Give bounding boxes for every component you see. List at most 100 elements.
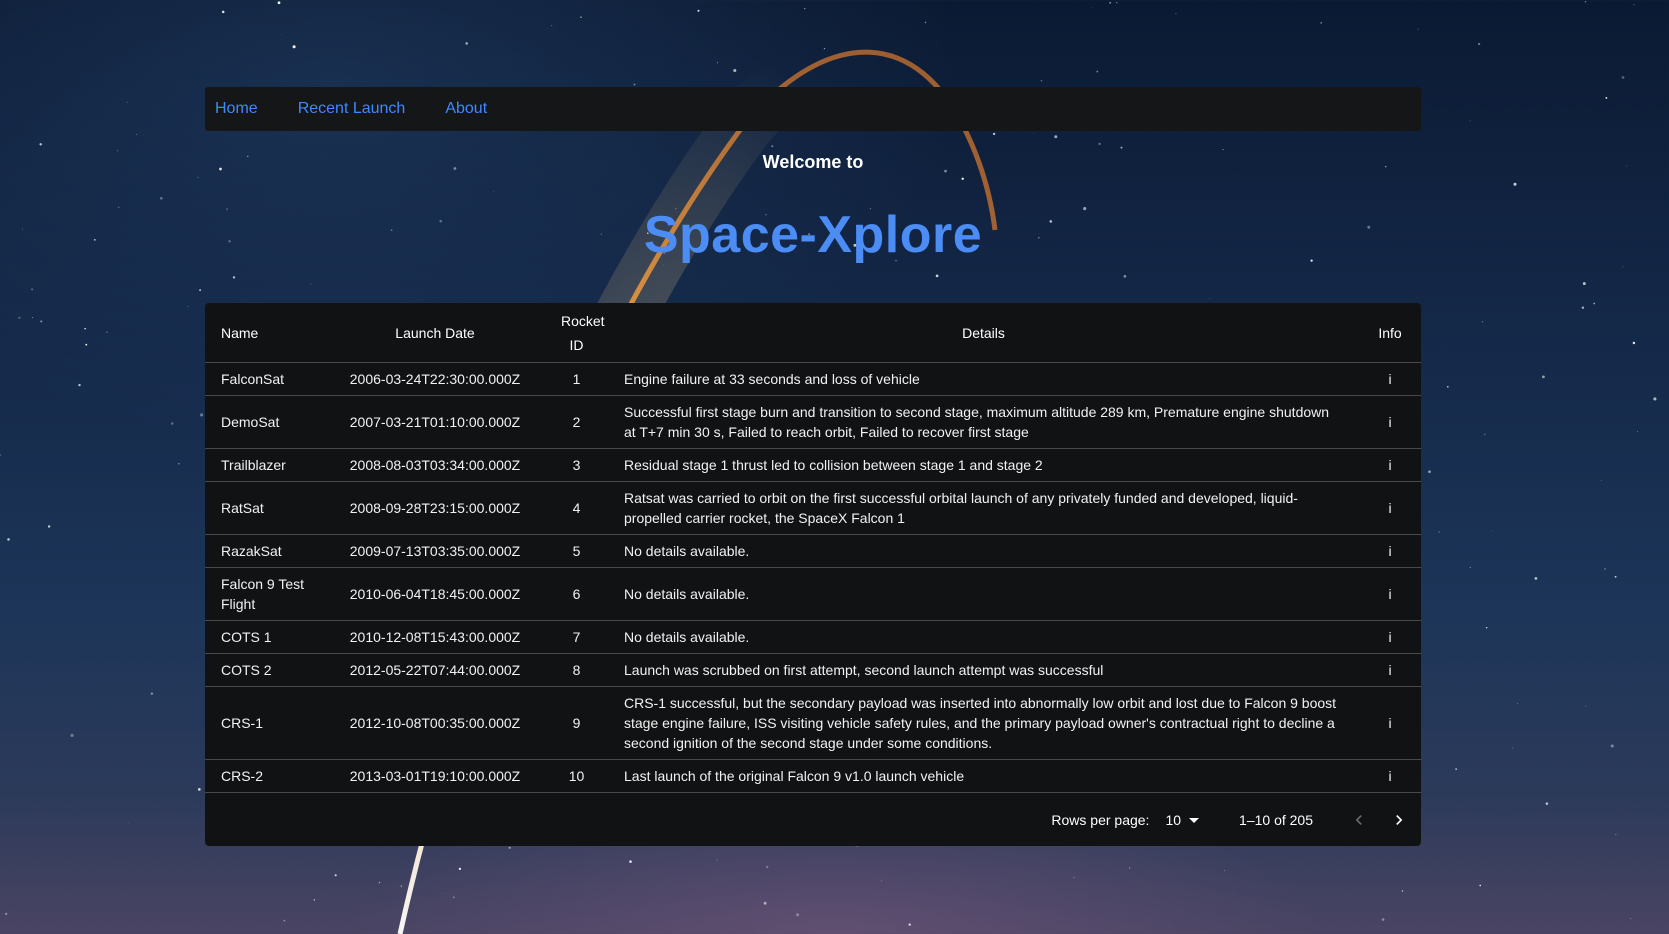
star (1098, 142, 1101, 146)
star (1604, 568, 1606, 570)
star (1477, 42, 1481, 46)
table-row: RazakSat 2009-07-13T03:35:00.000Z 5 No deta… (205, 534, 1421, 568)
previous-page-button[interactable] (1339, 800, 1379, 840)
table-row: COTS 1 2010-12-08T15:43:00.000Z 7 No detail… (205, 620, 1421, 654)
cell-name: COTS 1 (205, 620, 325, 654)
star (551, 25, 553, 27)
cell-info-button[interactable]: i (1359, 534, 1421, 568)
star (1222, 149, 1224, 151)
star (629, 860, 632, 863)
rows-per-page-select[interactable]: 10 (1165, 812, 1200, 828)
star (1320, 21, 1323, 24)
star (1581, 306, 1585, 309)
star (47, 525, 51, 528)
column-header-details[interactable]: Details (608, 303, 1359, 363)
star (1438, 531, 1440, 533)
star (1120, 146, 1123, 149)
table-row: CRS-1 2012-10-08T00:35:00.000Z 9 CRS-1 succ… (205, 686, 1421, 760)
star (763, 901, 767, 905)
table-row: RatSat 2008-09-28T23:15:00.000Z 4 Ratsat wa… (205, 481, 1421, 535)
cell-info-button[interactable]: i (1359, 448, 1421, 482)
star (1469, 567, 1471, 569)
cell-launch-date: 2009-07-13T03:35:00.000Z (325, 534, 545, 568)
cell-rocket-id: 7 (545, 620, 608, 654)
star (1517, 703, 1518, 704)
star (1601, 480, 1602, 481)
cell-details: Ratsat was carried to orbit on the first… (608, 481, 1359, 535)
star (197, 788, 201, 791)
star (221, 10, 225, 14)
star (935, 274, 939, 278)
rows-per-page-label: Rows per page: (1051, 812, 1150, 828)
cell-name: Trailblazer (205, 448, 325, 482)
star (292, 45, 296, 49)
star (444, 892, 446, 894)
nav-recent-launch-link[interactable]: Recent Launch (298, 100, 406, 118)
star (452, 896, 455, 899)
star (1129, 867, 1131, 869)
cell-info-button[interactable]: i (1359, 686, 1421, 760)
table-row: DemoSat 2007-03-21T01:10:00.000Z 2 Successf… (205, 395, 1421, 449)
cell-info-button[interactable]: i (1359, 567, 1421, 621)
cell-details: CRS-1 successful, but the secondary payl… (608, 686, 1359, 760)
star (1513, 182, 1517, 186)
star (1653, 397, 1657, 401)
column-header-launch-date[interactable]: Launch Date (325, 303, 545, 363)
cell-rocket-id: 9 (545, 686, 608, 760)
star (232, 276, 236, 279)
table-pagination: Rows per page: 10 1–10 of 205 (205, 794, 1421, 846)
star (7, 538, 10, 541)
chevron-left-icon (1355, 815, 1362, 825)
star (18, 316, 21, 320)
star (30, 288, 34, 291)
star (1637, 431, 1638, 432)
star (40, 320, 43, 323)
cell-info-button[interactable]: i (1359, 395, 1421, 449)
cell-info-button[interactable]: i (1359, 653, 1421, 687)
column-header-name[interactable]: Name (205, 303, 325, 363)
star (1626, 165, 1628, 167)
cell-rocket-id: 10 (545, 759, 608, 793)
cell-info-button[interactable]: i (1359, 759, 1421, 793)
next-page-button[interactable] (1379, 800, 1419, 840)
star (199, 289, 201, 291)
star (908, 923, 911, 926)
cell-info-button[interactable]: i (1359, 481, 1421, 535)
cell-launch-date: 2006-03-24T22:30:00.000Z (325, 362, 545, 396)
cell-name: CRS-2 (205, 759, 325, 793)
star (39, 143, 42, 146)
cell-details: No details available. (608, 534, 1359, 568)
star (1123, 274, 1127, 278)
star (0, 454, 2, 456)
star (5, 912, 8, 916)
star (1622, 266, 1624, 268)
cell-details: Engine failure at 33 seconds and loss of… (608, 362, 1359, 396)
cell-info-button[interactable]: i (1359, 362, 1421, 396)
star (1534, 577, 1538, 580)
star (771, 145, 774, 148)
star (823, 47, 826, 50)
star (313, 899, 315, 901)
star (84, 327, 86, 330)
cell-details: Residual stage 1 thrust led to collision… (608, 448, 1359, 482)
table-header-row: Name Launch Date Rocket ID Details Info (205, 303, 1421, 363)
star (1614, 575, 1617, 578)
cell-info-button[interactable]: i (1359, 620, 1421, 654)
star (1632, 341, 1636, 345)
star (106, 331, 108, 333)
star (378, 881, 381, 884)
star (135, 133, 137, 135)
star (1633, 4, 1635, 6)
star (150, 692, 154, 695)
star (491, 932, 492, 934)
nav-home-link[interactable]: Home (215, 100, 258, 118)
star (1428, 470, 1431, 474)
star (1610, 744, 1614, 748)
column-header-info[interactable]: Info (1359, 303, 1421, 363)
table-row: FalconSat 2006-03-24T22:30:00.000Z 1 Engine… (205, 362, 1421, 396)
star (508, 846, 511, 849)
nav-about-link[interactable]: About (445, 100, 487, 118)
cell-launch-date: 2012-10-08T00:35:00.000Z (325, 686, 545, 760)
column-header-rocket-id[interactable]: Rocket ID (545, 303, 608, 363)
star (70, 733, 74, 737)
